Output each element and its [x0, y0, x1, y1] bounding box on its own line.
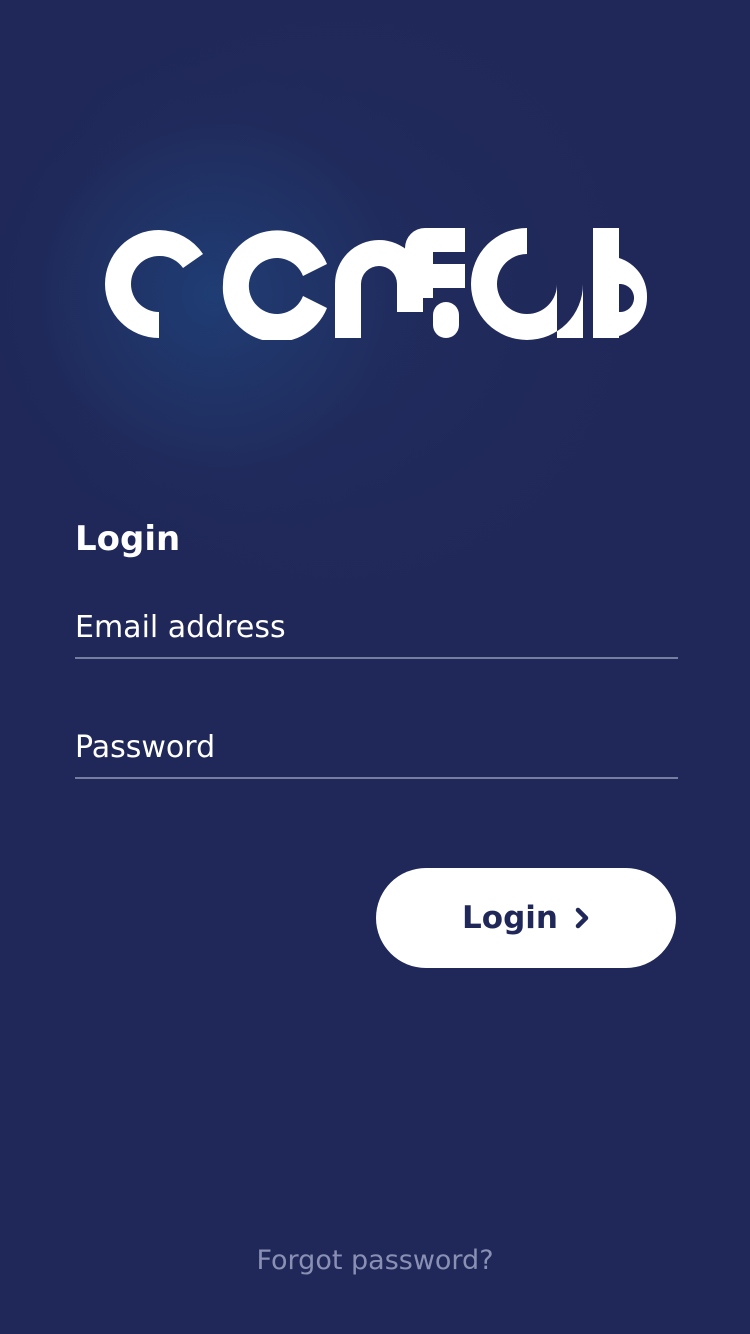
confab-logo [105, 228, 647, 340]
email-input[interactable] [75, 605, 678, 649]
forgot-password-link[interactable]: Forgot password? [0, 1245, 750, 1276]
login-button[interactable]: Login [376, 868, 676, 968]
password-input[interactable] [75, 725, 678, 769]
background-glow [0, 0, 750, 1334]
chevron-right-icon [575, 907, 589, 929]
login-title: Login [75, 519, 181, 559]
email-field[interactable] [75, 597, 678, 659]
login-button-label: Login [462, 900, 558, 936]
password-field[interactable] [75, 717, 678, 779]
